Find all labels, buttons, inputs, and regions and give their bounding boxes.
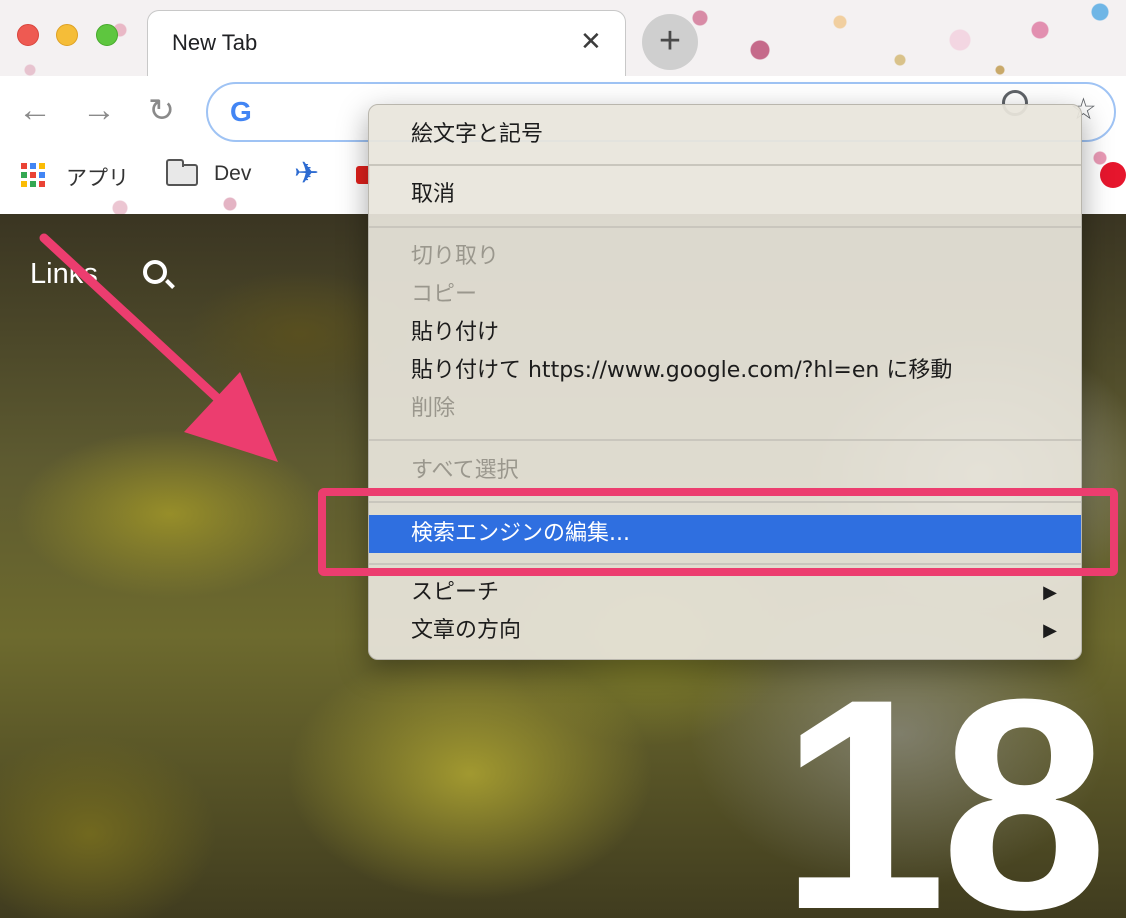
apps-grid-icon[interactable] bbox=[21, 163, 45, 187]
menu-separator bbox=[369, 439, 1081, 441]
google-icon: G bbox=[230, 96, 252, 127]
context-menu: 絵文字と記号 取消 切り取り コピー 貼り付け 貼り付けて https://ww… bbox=[368, 104, 1082, 660]
links-link[interactable]: Links bbox=[30, 258, 98, 291]
minimize-window-button[interactable] bbox=[56, 24, 78, 46]
menu-item-copy: コピー bbox=[369, 277, 1081, 313]
menu-item-label: 削除 bbox=[411, 396, 456, 421]
bookmark-apps[interactable]: アプリ bbox=[66, 162, 129, 192]
submenu-arrow-icon: ▶ bbox=[1043, 620, 1057, 641]
close-window-button[interactable] bbox=[17, 24, 39, 46]
reload-button[interactable]: ↻ bbox=[148, 90, 175, 130]
menu-item-label: 貼り付けて https://www.google.com/?hl=en に移動 bbox=[411, 358, 953, 383]
active-tab[interactable]: New Tab ✕ bbox=[147, 10, 626, 78]
zoom-window-button[interactable] bbox=[96, 24, 118, 46]
menu-item-label: コピー bbox=[411, 282, 478, 307]
tab-title: New Tab bbox=[172, 30, 258, 55]
menu-separator bbox=[369, 164, 1081, 166]
menu-item-label: すべて選択 bbox=[411, 458, 519, 483]
forward-button[interactable]: → bbox=[82, 90, 116, 130]
bird-bookmark-icon[interactable]: ✈ bbox=[294, 156, 319, 191]
menu-separator bbox=[369, 226, 1081, 228]
menu-item-label: 取消 bbox=[411, 182, 456, 207]
menu-item-label: スピーチ bbox=[411, 580, 500, 605]
menu-item-writing-direction[interactable]: 文章の方向 ▶ bbox=[369, 613, 1081, 649]
back-button[interactable]: ← bbox=[18, 90, 52, 130]
weibo-icon[interactable] bbox=[1100, 162, 1126, 188]
new-tab-button[interactable]: + bbox=[642, 14, 698, 70]
menu-item-label: 切り取り bbox=[411, 244, 500, 269]
annotation-highlight-box bbox=[318, 488, 1118, 576]
menu-item-speech[interactable]: スピーチ ▶ bbox=[369, 575, 1081, 611]
menu-item-label: 絵文字と記号 bbox=[411, 122, 544, 147]
menu-item-emoji[interactable]: 絵文字と記号 bbox=[369, 117, 1081, 153]
tab-strip: New Tab ✕ + bbox=[0, 0, 1126, 78]
menu-item-paste[interactable]: 貼り付け bbox=[369, 315, 1081, 351]
bookmark-dev[interactable]: Dev bbox=[214, 162, 251, 186]
menu-item-cut: 切り取り bbox=[369, 239, 1081, 275]
clock-display: 18: bbox=[780, 636, 1126, 918]
menu-item-select-all: すべて選択 bbox=[369, 453, 1081, 489]
menu-item-paste-and-go[interactable]: 貼り付けて https://www.google.com/?hl=en に移動 bbox=[369, 353, 1081, 389]
folder-icon[interactable] bbox=[166, 159, 198, 186]
menu-item-label: 文章の方向 bbox=[411, 618, 522, 643]
submenu-arrow-icon: ▶ bbox=[1043, 582, 1057, 603]
search-icon[interactable] bbox=[143, 260, 167, 284]
menu-item-label: 貼り付け bbox=[411, 320, 500, 345]
tab-close-icon[interactable]: ✕ bbox=[580, 25, 602, 57]
menu-item-delete: 削除 bbox=[369, 391, 1081, 427]
menu-item-undo[interactable]: 取消 bbox=[369, 177, 1081, 213]
